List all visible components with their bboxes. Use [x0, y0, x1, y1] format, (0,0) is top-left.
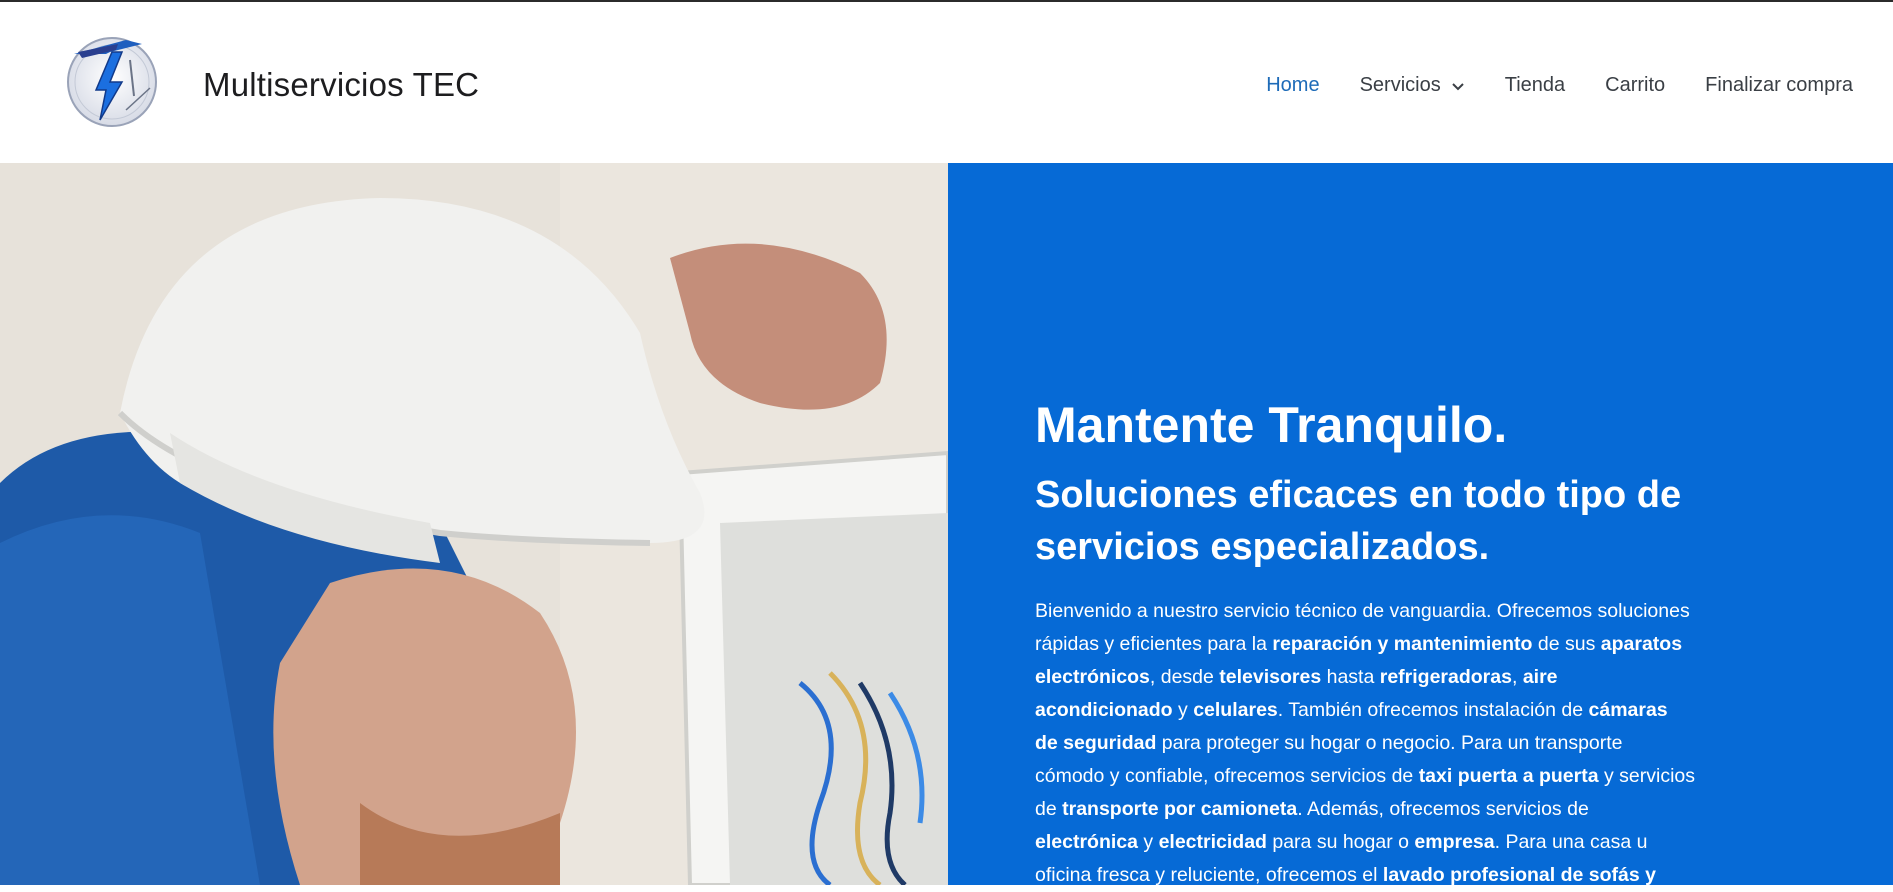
intro-highlight: transporte por camioneta — [1062, 798, 1298, 820]
nav-finalizar-compra-label: Finalizar compra — [1705, 74, 1853, 96]
intro-text: , — [1511, 666, 1523, 688]
lightning-logo-icon — [67, 37, 157, 127]
nav-servicios-label: Servicios — [1359, 74, 1441, 96]
intro-highlight: electrónica — [1035, 831, 1138, 853]
hero-headline: Mantente Tranquilo. — [1035, 397, 1508, 453]
technician-photo-icon — [0, 163, 948, 885]
site-header: Multiservicios TEC Home Servicios Tienda… — [0, 2, 1893, 163]
nav-finalizar-compra[interactable]: Finalizar compra — [1705, 74, 1853, 97]
intro-highlight: celulares — [1193, 699, 1278, 721]
nav-servicios[interactable]: Servicios — [1360, 74, 1465, 97]
intro-highlight: reparación y mantenimiento — [1272, 633, 1533, 655]
nav-tienda-label: Tienda — [1504, 74, 1566, 96]
chevron-down-icon[interactable] — [1451, 79, 1465, 93]
intro-highlight: televisores — [1219, 666, 1322, 688]
nav-tienda[interactable]: Tienda — [1505, 74, 1565, 97]
intro-text: para su hogar o — [1266, 831, 1415, 853]
site-logo[interactable] — [60, 30, 164, 130]
intro-text: , desde — [1149, 666, 1220, 688]
intro-text: hasta — [1321, 666, 1380, 688]
hero-subheadline: Soluciones eficaces en todo tipo de serv… — [1035, 474, 1682, 568]
hero-image-technician — [0, 163, 948, 885]
hero-panel: Mantente Tranquilo. Soluciones eficaces … — [948, 163, 1893, 886]
intro-text: . Además, ofrecemos servicios de — [1297, 798, 1589, 820]
main-nav: Home Servicios Tienda Carrito Finalizar … — [1226, 74, 1853, 97]
intro-text: de sus — [1532, 633, 1601, 655]
intro-text: y — [1137, 831, 1159, 853]
intro-text: y — [1172, 699, 1194, 721]
intro-highlight: electricidad — [1158, 831, 1267, 853]
nav-carrito[interactable]: Carrito — [1605, 74, 1665, 97]
intro-highlight: lavado profesional de sofás y — [1382, 864, 1656, 886]
intro-text: . También ofrecemos instalación de — [1277, 699, 1589, 721]
nav-home[interactable]: Home — [1266, 74, 1319, 97]
nav-carrito-label: Carrito — [1605, 74, 1666, 96]
site-title[interactable]: Multiservicios TEC — [203, 66, 479, 104]
intro-highlight: refrigeradoras — [1379, 666, 1512, 688]
nav-home-label: Home — [1266, 74, 1320, 96]
intro-highlight: empresa — [1414, 831, 1495, 853]
intro-highlight: taxi puerta a puerta — [1418, 765, 1599, 787]
hero-intro-paragraph: Bienvenido a nuestro servicio técnico de… — [1035, 595, 1695, 892]
